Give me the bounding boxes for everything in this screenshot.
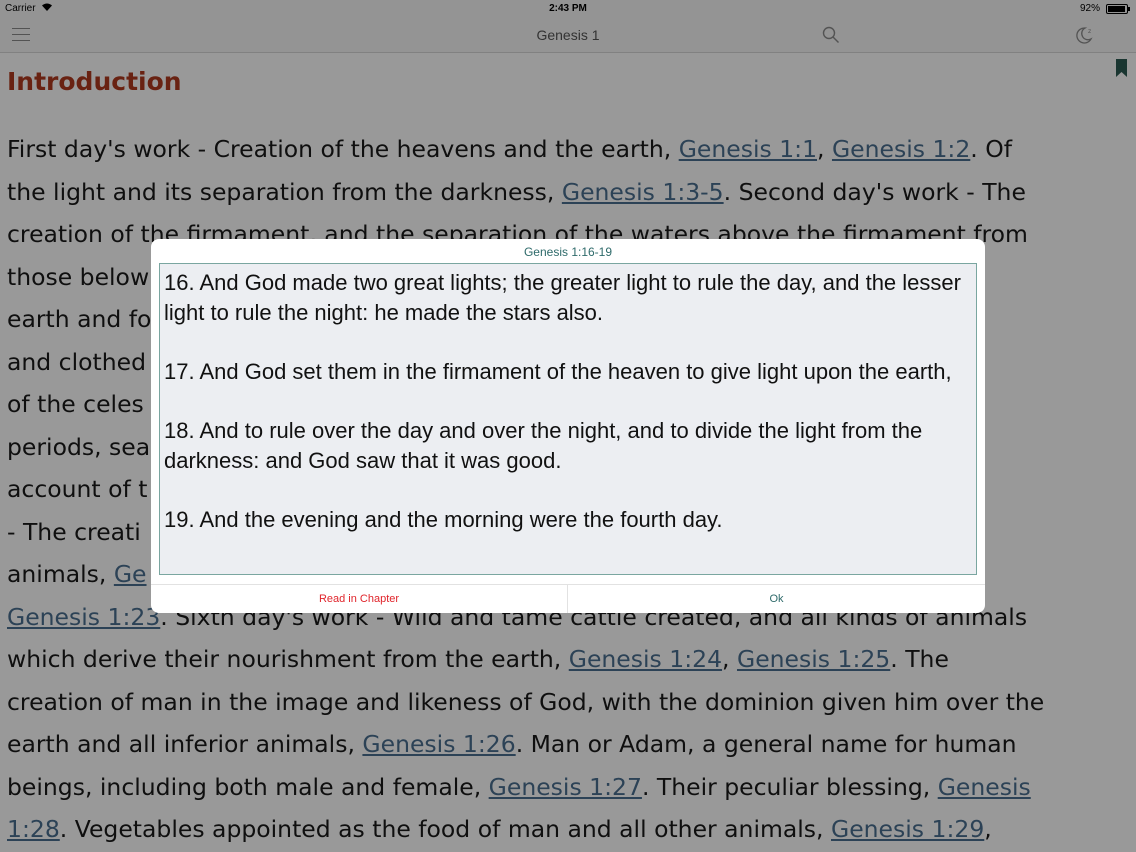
verse-17: 17. And God set them in the firmament of… — [164, 359, 952, 384]
verse-16: 16. And God made two great lights; the g… — [164, 270, 961, 325]
verse-19: 19. And the evening and the morning were… — [164, 507, 723, 532]
verse-popup: Genesis 1:16-19 16. And God made two gre… — [151, 239, 985, 613]
popup-title: Genesis 1:16-19 — [523, 245, 613, 259]
verse-18: 18. And to rule over the day and over th… — [164, 418, 923, 473]
popup-buttons: Read in Chapter Ok — [151, 584, 985, 613]
ok-button[interactable]: Ok — [568, 585, 985, 613]
read-in-chapter-button[interactable]: Read in Chapter — [151, 585, 568, 613]
verse-list[interactable]: 16. And God made two great lights; the g… — [159, 263, 977, 575]
